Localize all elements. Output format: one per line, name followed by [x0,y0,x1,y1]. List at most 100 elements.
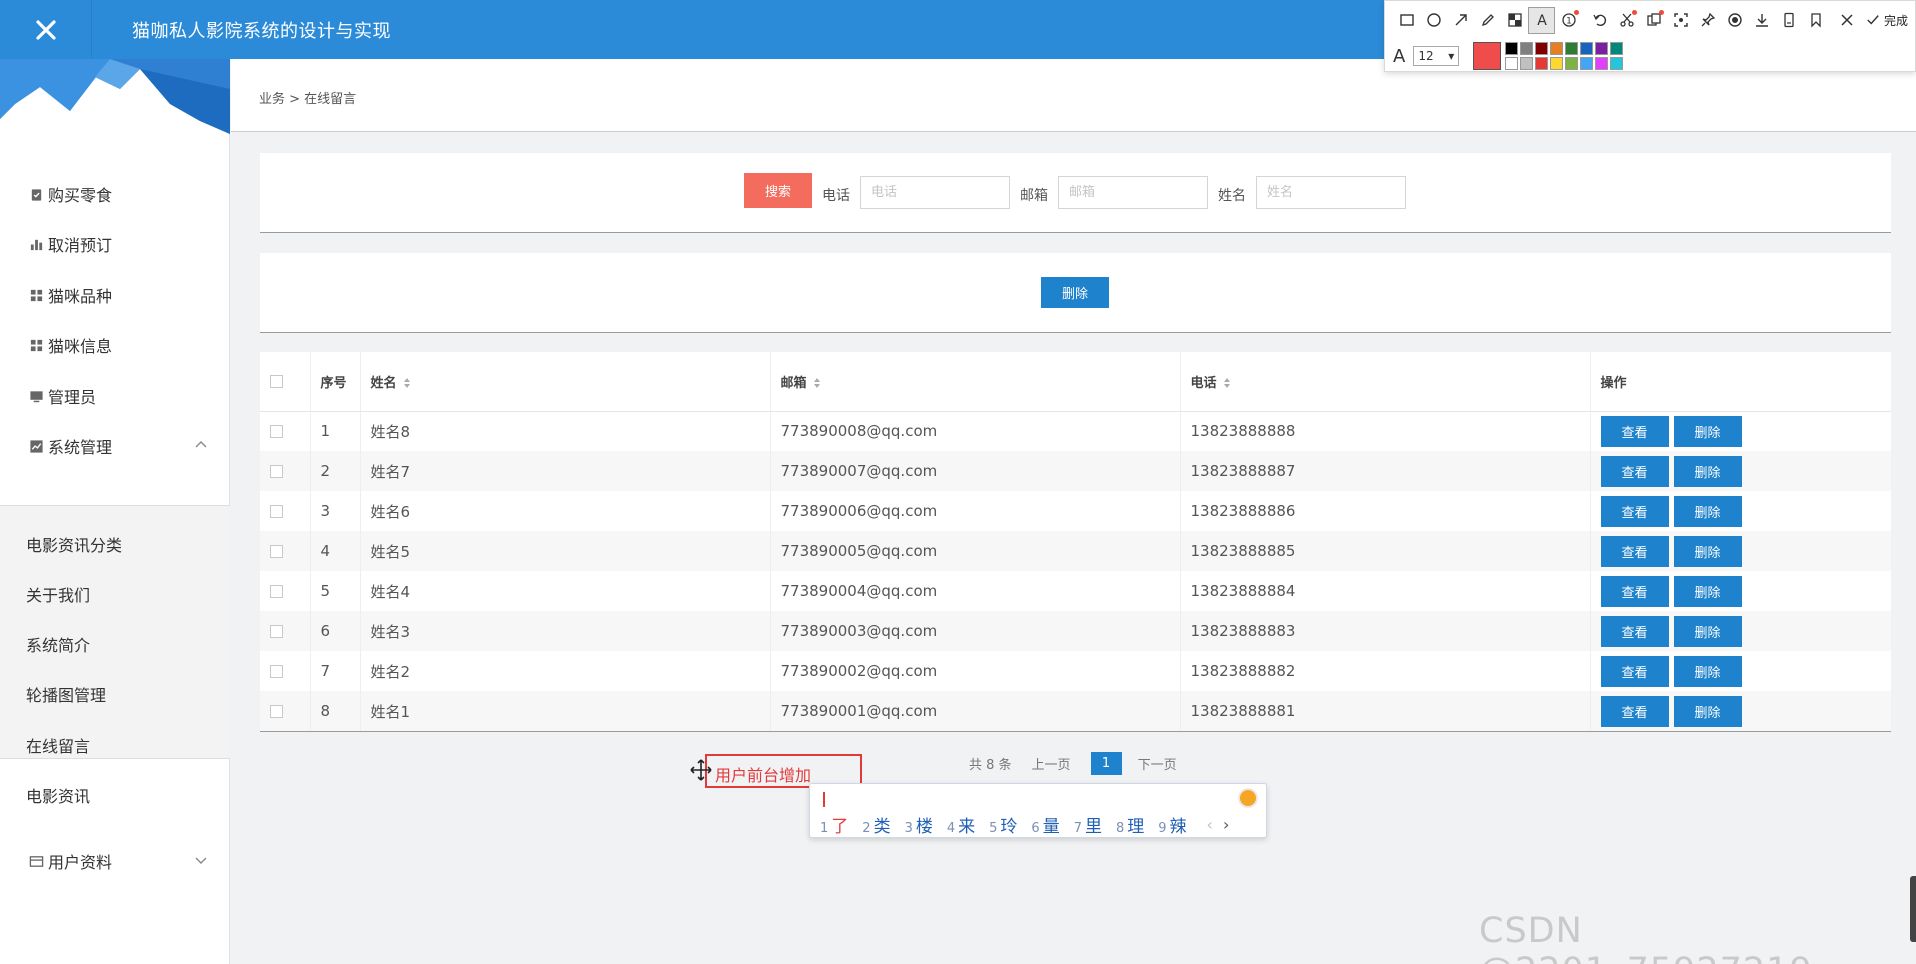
ime-candidate[interactable]: 2类 [862,812,890,837]
delete-button[interactable]: 删除 [1673,415,1742,447]
col-header-name[interactable]: 姓名 [360,352,771,412]
ime-candidate[interactable]: 8理 [1116,812,1144,837]
pin-tool-button[interactable] [1694,7,1721,34]
name-input[interactable] [1256,176,1406,209]
color-swatch[interactable] [1550,41,1564,55]
row-checkbox[interactable] [270,705,283,718]
mosaic-tool-button[interactable] [1501,7,1528,34]
record-tool-button[interactable] [1721,7,1748,34]
color-swatch[interactable] [1520,41,1534,55]
color-swatch[interactable] [1520,56,1534,70]
rectangle-tool-button[interactable] [1393,7,1420,34]
submenu-item-online-messages[interactable]: 在线留言 [26,733,90,757]
row-checkbox[interactable] [270,545,283,558]
view-button[interactable]: 查看 [1600,575,1669,607]
color-swatch[interactable] [1505,56,1519,70]
move-handle-icon[interactable] [690,759,712,781]
view-button[interactable]: 查看 [1600,535,1669,567]
ime-candidate[interactable]: 3楼 [905,812,933,837]
delete-button[interactable]: 删除 [1673,575,1742,607]
search-button[interactable]: 搜索 [744,173,812,208]
view-button[interactable]: 查看 [1600,655,1669,687]
sidebar-item-user-profile[interactable]: 用户资料 [0,836,230,886]
delete-button[interactable]: 删除 [1673,455,1742,487]
ime-candidate[interactable]: 4来 [947,812,975,837]
delete-button[interactable]: 删除 [1673,655,1742,687]
color-swatch[interactable] [1595,41,1609,55]
col-header-email[interactable]: 邮箱 [770,352,1181,412]
color-swatch[interactable] [1580,56,1594,70]
view-button[interactable]: 查看 [1600,415,1669,447]
sidebar-item-admin[interactable]: 管理员 [0,371,230,421]
ime-logo-icon[interactable] [1238,788,1258,808]
pen-tool-button[interactable] [1474,7,1501,34]
font-size-select[interactable]: 12 ▾ [1413,46,1460,66]
row-checkbox[interactable] [270,585,283,598]
done-button[interactable]: 完成 [1866,12,1908,29]
color-swatch[interactable] [1505,41,1519,55]
row-checkbox[interactable] [270,465,283,478]
color-swatch[interactable] [1550,56,1564,70]
row-checkbox[interactable] [270,425,283,439]
color-swatch[interactable] [1610,56,1624,70]
sidebar-item-system-management[interactable]: 系统管理 [0,421,230,471]
col-header-phone[interactable]: 电话 [1180,352,1591,412]
ime-candidate[interactable]: 1了 [820,812,848,837]
color-swatch[interactable] [1535,41,1549,55]
arrow-tool-button[interactable] [1447,7,1474,34]
delete-button[interactable]: 删除 [1673,695,1742,727]
delete-button[interactable]: 删除 [1673,615,1742,647]
view-button[interactable]: 查看 [1600,615,1669,647]
color-swatch[interactable] [1610,41,1624,55]
color-swatch[interactable] [1565,56,1579,70]
color-swatch[interactable] [1595,56,1609,70]
screenshot-tool-button[interactable] [1667,7,1694,34]
prev-page-button[interactable]: 上一页 [1032,754,1071,773]
next-page-button[interactable]: 下一页 [1138,754,1177,773]
bookmark-tool-button[interactable] [1802,7,1829,34]
ellipse-tool-button[interactable] [1420,7,1447,34]
email-input[interactable] [1058,176,1208,209]
undo-tool-button[interactable] [1586,7,1613,34]
page-1-button[interactable]: 1 [1090,752,1122,775]
color-swatch[interactable] [1535,56,1549,70]
row-checkbox[interactable] [270,625,283,638]
view-button[interactable]: 查看 [1600,695,1669,727]
copy-tool-button[interactable] [1640,7,1667,34]
submenu-item-movie-news-category[interactable]: 电影资讯分类 [26,532,122,556]
cut-tool-button[interactable] [1613,7,1640,34]
ime-candidate[interactable]: 9辣 [1158,812,1186,837]
submenu-item-movie-news[interactable]: 电影资讯 [26,783,90,807]
ime-candidate[interactable]: 5玲 [989,812,1017,837]
row-checkbox[interactable] [270,665,283,678]
scroll-handle[interactable] [1910,876,1916,942]
submenu-item-carousel-management[interactable]: 轮播图管理 [26,682,106,706]
download-tool-button[interactable] [1748,7,1775,34]
submenu-item-about-us[interactable]: 关于我们 [26,582,90,606]
close-menu-button[interactable] [0,0,92,59]
ime-prev-icon[interactable]: ‹ [1207,815,1213,834]
view-button[interactable]: 查看 [1600,495,1669,527]
sidebar-item-cat-breeds[interactable]: 猫咪品种 [0,270,230,320]
delete-button[interactable]: 删除 [1673,495,1742,527]
current-color-swatch[interactable] [1473,42,1502,70]
sidebar-item-cancel-booking[interactable]: 取消预订 [0,219,230,269]
select-all-checkbox[interactable] [270,374,283,388]
sidebar-item-cat-info[interactable]: 猫咪信息 [0,320,230,370]
batch-delete-button[interactable]: 删除 [1041,277,1109,308]
long-screenshot-tool-button[interactable] [1775,7,1802,34]
sidebar-item-buy-snacks[interactable]: 购买零食 [0,169,230,219]
ime-next-icon[interactable]: › [1223,815,1229,834]
row-checkbox[interactable] [270,505,283,518]
text-tool-button[interactable]: A [1528,6,1555,34]
number-tool-button[interactable]: 1 [1555,7,1582,34]
delete-button[interactable]: 删除 [1673,535,1742,567]
submenu-item-system-intro[interactable]: 系统简介 [26,632,90,656]
ime-candidate[interactable]: 6量 [1031,812,1059,837]
color-swatch[interactable] [1565,41,1579,55]
ime-candidate[interactable]: 7里 [1074,812,1102,837]
phone-input[interactable] [860,176,1010,209]
view-button[interactable]: 查看 [1600,455,1669,487]
color-swatch[interactable] [1580,41,1594,55]
close-tool-button[interactable] [1833,7,1860,34]
